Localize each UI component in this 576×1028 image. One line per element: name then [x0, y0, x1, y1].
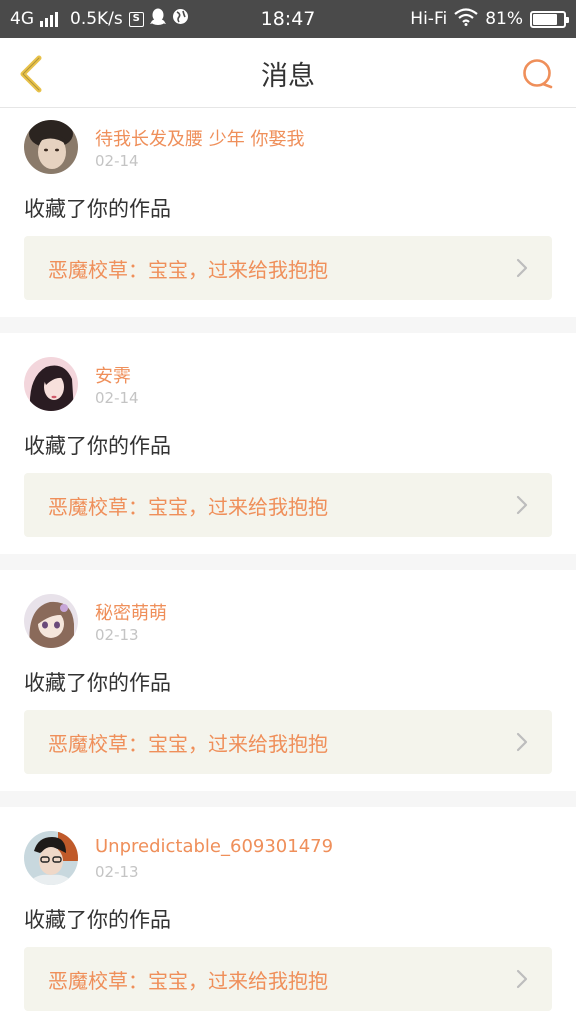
action-text: 收藏了你的作品 [24, 908, 171, 932]
search-button[interactable] [520, 56, 556, 92]
message-card: 秘密萌萌 02-13 收藏了你的作品 恶魔校草：宝宝，过来给我抱抱 [0, 570, 576, 791]
status-bar: 4G 0.5K/s S 18:47 Hi-Fi 81% [0, 0, 576, 38]
work-title: 恶魔校草：宝宝，过来给我抱抱 [48, 731, 328, 756]
work-title: 恶魔校草：宝宝，过来给我抱抱 [48, 494, 328, 519]
username[interactable]: 待我长发及腰 少年 你娶我 [95, 125, 304, 151]
work-title: 恶魔校草：宝宝，过来给我抱抱 [48, 257, 328, 282]
action-text: 收藏了你的作品 [24, 197, 171, 221]
chevron-right-icon [512, 730, 532, 754]
chevron-right-icon [512, 256, 532, 280]
work-link[interactable]: 恶魔校草：宝宝，过来给我抱抱 [24, 236, 552, 300]
message-card: 安霁 02-14 收藏了你的作品 恶魔校草：宝宝，过来给我抱抱 [0, 333, 576, 554]
avatar[interactable] [24, 831, 78, 885]
battery-percent: 81% [485, 9, 523, 29]
divider [0, 554, 576, 570]
wifi-icon [454, 7, 478, 31]
message-date: 02-13 [95, 626, 139, 644]
avatar[interactable] [24, 357, 78, 411]
action-text: 收藏了你的作品 [24, 671, 171, 695]
message-date: 02-13 [95, 863, 139, 881]
message-list: 待我长发及腰 少年 你娶我 02-14 收藏了你的作品 恶魔校草：宝宝，过来给我… [0, 108, 576, 1028]
chevron-right-icon [512, 967, 532, 991]
avatar[interactable] [24, 594, 78, 648]
message-card: Unpredictable_609301479 02-13 收藏了你的作品 恶魔… [0, 807, 576, 1028]
message-date: 02-14 [95, 152, 139, 170]
work-link[interactable]: 恶魔校草：宝宝，过来给我抱抱 [24, 947, 552, 1011]
divider [0, 317, 576, 333]
work-link[interactable]: 恶魔校草：宝宝，过来给我抱抱 [24, 710, 552, 774]
nav-bar: 消息 [0, 38, 576, 108]
search-icon [523, 59, 553, 89]
username[interactable]: Unpredictable_609301479 [95, 836, 333, 857]
chevron-right-icon [512, 493, 532, 517]
message-date: 02-14 [95, 389, 139, 407]
work-link[interactable]: 恶魔校草：宝宝，过来给我抱抱 [24, 473, 552, 537]
username[interactable]: 安霁 [95, 362, 131, 388]
status-right: Hi-Fi 81% [410, 0, 569, 38]
message-card: 待我长发及腰 少年 你娶我 02-14 收藏了你的作品 恶魔校草：宝宝，过来给我… [0, 108, 576, 317]
divider [0, 791, 576, 807]
username[interactable]: 秘密萌萌 [95, 599, 167, 625]
work-title: 恶魔校草：宝宝，过来给我抱抱 [48, 968, 328, 993]
hifi-label: Hi-Fi [410, 9, 448, 29]
avatar[interactable] [24, 120, 78, 174]
action-text: 收藏了你的作品 [24, 434, 171, 458]
page-title: 消息 [261, 60, 315, 92]
battery-icon [530, 10, 569, 28]
